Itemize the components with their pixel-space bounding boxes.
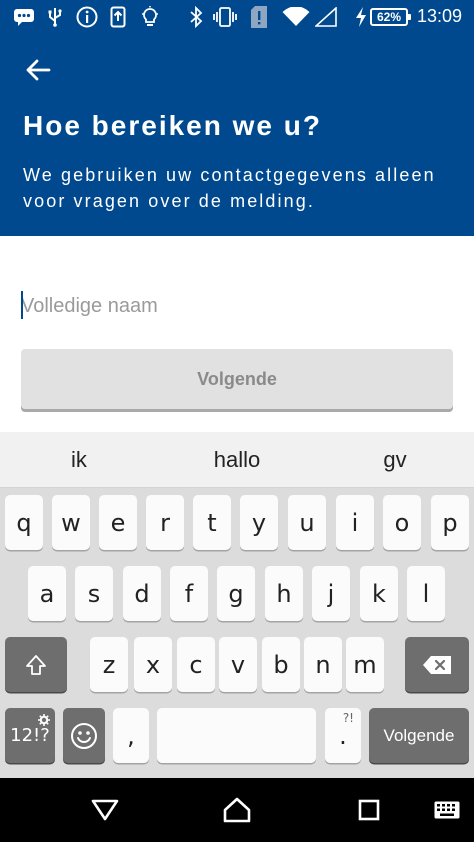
suggestion-strip: ik hallo gv xyxy=(0,432,474,488)
key-h[interactable]: h xyxy=(265,566,303,621)
status-clock: 13:09 xyxy=(416,6,462,26)
keyboard-switch-icon xyxy=(434,801,460,819)
emoji-key[interactable] xyxy=(63,708,105,763)
key-y[interactable]: y xyxy=(240,495,278,550)
suggestion-item[interactable]: hallo xyxy=(158,432,316,488)
info-icon xyxy=(75,6,99,28)
key-z[interactable]: z xyxy=(90,637,128,692)
key-l[interactable]: l xyxy=(407,566,445,621)
usb-icon xyxy=(45,7,65,27)
key-p[interactable]: p xyxy=(431,495,469,550)
suggestion-item[interactable]: ik xyxy=(0,432,158,488)
key-t[interactable]: t xyxy=(193,495,231,550)
suggestion-item[interactable]: gv xyxy=(316,432,474,488)
space-key[interactable] xyxy=(157,708,316,763)
back-button[interactable] xyxy=(18,52,58,88)
key-d[interactable]: d xyxy=(123,566,161,621)
vibrate-icon xyxy=(212,7,238,27)
key-c[interactable]: c xyxy=(177,637,215,692)
comma-key[interactable]: , xyxy=(113,708,149,763)
bluetooth-icon xyxy=(187,6,205,28)
next-button[interactable]: Volgende xyxy=(21,349,453,409)
key-e[interactable]: e xyxy=(99,495,137,550)
chat-icon xyxy=(12,7,36,27)
key-o[interactable]: o xyxy=(383,495,421,550)
key-i[interactable]: i xyxy=(336,495,374,550)
page-subtitle: We gebruiken uw contactgegevens alleen v… xyxy=(23,165,436,211)
full-name-input[interactable] xyxy=(21,288,453,324)
key-q[interactable]: q xyxy=(5,495,43,550)
enter-next-key[interactable]: Volgende xyxy=(369,708,469,763)
nav-recents-button[interactable] xyxy=(339,786,399,834)
key-u[interactable]: u xyxy=(288,495,326,550)
signal-icon xyxy=(314,7,338,27)
battery-percent: 62% xyxy=(376,10,402,24)
key-r[interactable]: r xyxy=(146,495,184,550)
key-f[interactable]: f xyxy=(170,566,208,621)
header: Hoe bereiken we u? We gebruiken uw conta… xyxy=(0,34,474,236)
nav-back-button[interactable] xyxy=(75,786,135,834)
recents-icon xyxy=(358,799,380,821)
update-icon xyxy=(107,6,129,28)
shift-key[interactable] xyxy=(5,637,67,692)
key-g[interactable]: g xyxy=(217,566,255,621)
arrow-left-icon xyxy=(26,59,51,81)
period-key[interactable]: . ?! xyxy=(325,708,361,763)
text-caret xyxy=(21,291,23,319)
shift-arrow-icon xyxy=(26,654,46,675)
back-triangle-icon xyxy=(91,799,119,821)
period-key-hint: ?! xyxy=(342,711,354,725)
sim-alert-icon xyxy=(249,6,269,28)
status-bar: 62% 13:09 xyxy=(0,0,474,34)
lightbulb-icon xyxy=(139,6,161,27)
key-w[interactable]: w xyxy=(52,495,90,550)
emoji-smiley-icon xyxy=(71,722,97,749)
keyboard: q w e r t y u i o p a s d f g h j k l z … xyxy=(0,488,474,778)
key-v[interactable]: v xyxy=(219,637,257,692)
backspace-key[interactable] xyxy=(405,637,469,692)
battery-icon: 62% xyxy=(370,8,411,26)
key-b[interactable]: b xyxy=(262,637,300,692)
key-a[interactable]: a xyxy=(28,566,66,621)
charging-icon xyxy=(354,7,368,27)
key-n[interactable]: n xyxy=(304,637,342,692)
page-title: Hoe bereiken we u? xyxy=(23,110,322,141)
key-j[interactable]: j xyxy=(312,566,350,621)
symbols-key[interactable]: 12!? xyxy=(5,708,55,763)
wifi-icon xyxy=(282,7,310,27)
nav-keyboard-button[interactable] xyxy=(417,786,474,834)
nav-home-button[interactable] xyxy=(207,786,267,834)
key-s[interactable]: s xyxy=(75,566,113,621)
period-key-label: . xyxy=(339,721,347,750)
navigation-bar xyxy=(0,778,474,842)
backspace-icon xyxy=(423,655,451,674)
key-x[interactable]: x xyxy=(134,637,172,692)
home-icon xyxy=(223,797,251,823)
key-m[interactable]: m xyxy=(346,637,384,692)
key-k[interactable]: k xyxy=(360,566,398,621)
settings-gear-icon xyxy=(38,710,50,731)
